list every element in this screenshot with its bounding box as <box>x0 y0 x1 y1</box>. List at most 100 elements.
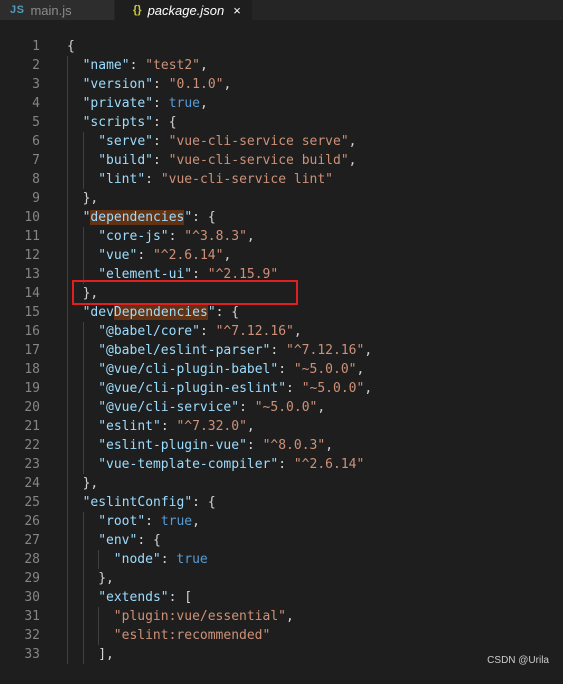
line-number: 3 <box>32 77 40 92</box>
code-token: "^8.0.3" <box>262 438 326 453</box>
code-token: "vue-cli-service serve" <box>168 134 349 149</box>
code-token: , <box>317 400 326 415</box>
code-text: "eslintConfig": { <box>83 493 216 512</box>
tab-main-js[interactable]: JS main.js <box>0 0 115 20</box>
code-line: 27 "env": { <box>0 531 563 550</box>
code-token: " <box>184 210 193 225</box>
code-token: true <box>168 96 201 111</box>
line-number: 14 <box>24 286 40 301</box>
code-text: "core-js": "^3.8.3", <box>98 227 255 246</box>
code-token: : <box>160 552 177 567</box>
code-token: , <box>293 324 302 339</box>
code-token: , <box>192 514 200 529</box>
code-token: : { <box>192 495 216 510</box>
line-number: 12 <box>24 248 40 263</box>
code-text: "name": "test2", <box>83 56 208 75</box>
code-token: "@vue/cli-service" <box>98 400 240 415</box>
code-line: 29}, <box>0 569 563 588</box>
code-token: " <box>207 305 216 320</box>
code-token: , <box>246 419 255 434</box>
code-line: 17 "@babel/eslint-parser": "^7.12.16", <box>0 341 563 360</box>
code-line: 22 "eslint-plugin-vue": "^8.0.3", <box>0 436 563 455</box>
code-token: "@babel/core" <box>98 324 200 339</box>
code-line: 9}, <box>0 189 563 208</box>
code-token: "core-js" <box>98 229 169 244</box>
code-text: "serve": "vue-cli-service serve", <box>98 132 356 151</box>
line-number: 20 <box>24 400 40 415</box>
code-text: "@vue/cli-plugin-eslint": "~5.0.0", <box>98 379 372 398</box>
code-line: 20 "@vue/cli-service": "~5.0.0", <box>0 398 563 417</box>
code-token: , <box>246 229 255 244</box>
line-number: 11 <box>24 229 40 244</box>
line-number: 8 <box>32 172 40 187</box>
code-token: "@babel/eslint-parser" <box>98 343 271 358</box>
code-editor[interactable]: 1{2 "name": "test2", 3 "version": "0.1.0", 4… <box>0 20 563 684</box>
code-line: 15 "devDependencies": { <box>0 303 563 322</box>
code-line: 30 "extends": [ <box>0 588 563 607</box>
line-number: 5 <box>32 115 40 130</box>
code-text: "eslint": "^7.32.0", <box>98 417 255 436</box>
line-number: 28 <box>24 552 40 567</box>
tab-package-json[interactable]: {} package.json × <box>115 0 252 20</box>
code-text: }, <box>98 569 114 588</box>
line-number: 19 <box>24 381 40 396</box>
code-line: 24}, <box>0 474 563 493</box>
code-token: "version" <box>82 77 154 92</box>
close-icon[interactable]: × <box>233 3 241 18</box>
code-token: : <box>286 381 302 396</box>
code-token: : <box>137 248 153 263</box>
code-token: : <box>278 362 294 377</box>
code-line: 16 "@babel/core": "^7.12.16", <box>0 322 563 341</box>
code-token: "^2.6.14" <box>152 248 224 263</box>
code-token: "vue-cli-service build" <box>168 153 349 168</box>
code-token: "private" <box>82 96 154 111</box>
code-line: 5 "scripts": { <box>0 113 563 132</box>
code-token: , <box>200 96 208 111</box>
code-text: }, <box>83 189 99 208</box>
line-number: 32 <box>24 628 40 643</box>
code-token: : <box>199 324 216 339</box>
code-token: }, <box>82 191 99 206</box>
code-token: "serve" <box>98 134 153 149</box>
code-line: 6 "serve": "vue-cli-service serve", <box>0 132 563 151</box>
code-text: "eslint:recommended" <box>114 626 271 645</box>
js-file-icon: JS <box>10 4 25 16</box>
code-token: true <box>160 514 193 529</box>
code-token: , <box>364 343 373 358</box>
code-token: "eslint-plugin-vue" <box>98 438 247 453</box>
line-number: 2 <box>32 58 40 73</box>
code-line: 31 "plugin:vue/essential", <box>0 607 563 626</box>
code-token: "^7.32.0" <box>176 419 247 434</box>
code-token: "build" <box>98 153 153 168</box>
code-token: : <box>246 438 263 453</box>
code-text: "devDependencies": { <box>82 303 239 322</box>
code-token: : { <box>137 533 161 548</box>
code-token: "dev <box>82 305 114 320</box>
code-token: "eslintConfig" <box>82 495 193 510</box>
line-number: 4 <box>32 96 40 111</box>
code-token: : <box>153 96 169 111</box>
code-token: "@vue/cli-plugin-babel" <box>98 362 279 377</box>
code-line: 23 "vue-template-compiler": "^2.6.14" <box>0 455 563 474</box>
line-number: 33 <box>24 647 40 662</box>
code-line: 3 "version": "0.1.0", <box>0 75 563 94</box>
code-line: 10 "dependencies": { <box>0 208 563 227</box>
tab-label: package.json <box>147 2 225 18</box>
code-text: "node": true <box>114 550 208 569</box>
line-number: 9 <box>32 191 40 206</box>
code-text: "@babel/core": "^7.12.16", <box>98 322 302 341</box>
code-text: "eslint-plugin-vue": "^8.0.3", <box>98 436 333 455</box>
code-token: "~5.0.0" <box>254 400 318 415</box>
code-text: "@vue/cli-service": "~5.0.0", <box>98 398 325 417</box>
code-text: "private": true, <box>83 94 208 113</box>
line-number: 26 <box>24 514 40 529</box>
code-text: "dependencies": { <box>83 208 216 227</box>
code-line: 33], <box>0 645 563 664</box>
code-text: "extends": [ <box>98 588 192 607</box>
code-token: : <box>278 457 294 472</box>
code-token: "root" <box>98 514 146 529</box>
code-text: "vue-template-compiler": "^2.6.14" <box>98 455 364 474</box>
code-line: 11 "core-js": "^3.8.3", <box>0 227 563 246</box>
code-token: "extends" <box>98 590 169 605</box>
code-token: : { <box>153 115 177 130</box>
